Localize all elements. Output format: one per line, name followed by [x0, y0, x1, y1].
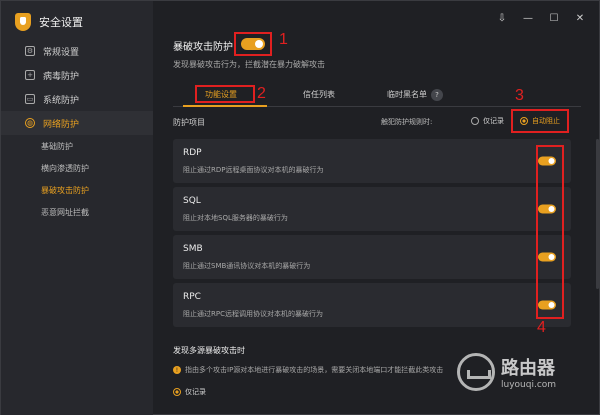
tab-trust-list[interactable]: 信任列表: [303, 89, 335, 100]
mode-option-log-only[interactable]: 仅记录: [471, 116, 504, 126]
globe-icon: ◍: [25, 118, 35, 128]
card-desc: 阻止通过RPC远程调用协议对本机的暴破行为: [183, 310, 323, 318]
shield-logo-icon: [15, 13, 31, 31]
mode-label: 触犯防护规则时:: [381, 118, 433, 126]
brand: 安全设置: [15, 13, 83, 31]
sidebar-nav: ⚙ 常规设置 + 病毒防护 ▭ 系统防护 ◍ 网络防护 基础防护 横向渗透防护 …: [1, 39, 153, 223]
toggles-highlight: [536, 145, 564, 319]
app-window: 安全设置 ⚙ 常规设置 + 病毒防护 ▭ 系统防护 ◍ 网络防护 基础防护 横向…: [0, 0, 600, 415]
option-label: 仅记录: [483, 117, 504, 125]
mode-option-auto-block[interactable]: 自动阻止: [511, 109, 569, 133]
sidebar-subitem-basic[interactable]: 基础防护: [1, 135, 153, 157]
sidebar-item-system[interactable]: ▭ 系统防护: [1, 87, 153, 111]
app-title: 安全设置: [39, 16, 83, 29]
sidebar-item-label: 常规设置: [43, 47, 80, 58]
watermark-name: 路由器: [501, 358, 555, 379]
monitor-icon: ▭: [25, 94, 35, 104]
protection-card-smb: SMB 阻止通过SMB通讯协议对本机的暴破行为: [173, 235, 571, 279]
radio-selected-icon: [520, 117, 528, 125]
router-logo-icon: [457, 353, 495, 391]
multi-desc-text: 指由多个攻击IP源对本地进行暴破攻击的场景，需要关闭本地端口才能拦截此类攻击: [185, 366, 444, 374]
page-title: 暴破攻击防护: [173, 42, 233, 53]
tab-temp-blacklist[interactable]: 临时黑名单: [387, 89, 427, 100]
option-label: 仅记录: [185, 388, 206, 396]
scrollbar[interactable]: [596, 139, 599, 289]
annotation-number: 4: [537, 319, 546, 336]
multi-source-title: 发现多源暴破攻击时: [173, 346, 245, 355]
sidebar-item-label: 系统防护: [43, 95, 80, 106]
protection-title: 防护项目: [173, 118, 205, 127]
annotation-number: 1: [279, 31, 288, 48]
tab-active-underline: [183, 105, 267, 107]
plus-shield-icon: +: [25, 70, 35, 80]
bruteforce-main-toggle[interactable]: [241, 38, 265, 50]
sidebar-subitem-malicious-url[interactable]: 恶意网址拦截: [1, 201, 153, 223]
sidebar-subitem-bruteforce[interactable]: 暴破攻击防护: [1, 179, 153, 201]
protection-card-rpc: RPC 阻止通过RPC远程调用协议对本机的暴破行为: [173, 283, 571, 327]
sidebar-item-label: 病毒防护: [43, 71, 80, 82]
info-icon: !: [173, 366, 181, 374]
card-desc: 阻止对本地SQL服务器的暴破行为: [183, 214, 288, 222]
multi-source-desc: ! 指由多个攻击IP源对本地进行暴破攻击的场景，需要关闭本地端口才能拦截此类攻击: [173, 365, 443, 375]
card-desc: 阻止通过RDP远程桌面协议对本机的暴破行为: [183, 166, 324, 174]
watermark: 路由器 luyouqi.com: [457, 353, 556, 391]
card-title: RPC: [183, 292, 201, 302]
protection-card-rdp: RDP 阻止通过RDP远程桌面协议对本机的暴破行为: [173, 139, 571, 183]
card-title: RDP: [183, 148, 202, 158]
help-badge[interactable]: ?: [431, 89, 443, 101]
sidebar-item-network[interactable]: ◍ 网络防护: [1, 111, 153, 135]
annotation-number: 2: [257, 85, 266, 102]
annotation-number: 3: [515, 87, 524, 104]
card-title: SQL: [183, 196, 201, 206]
multi-option-log-only[interactable]: 仅记录: [173, 387, 206, 397]
sidebar-subitem-lateral[interactable]: 横向渗透防护: [1, 157, 153, 179]
radio-icon: [471, 117, 479, 125]
sidebar-item-virus[interactable]: + 病毒防护: [1, 63, 153, 87]
gear-icon: ⚙: [25, 46, 35, 56]
card-desc: 阻止通过SMB通讯协议对本机的暴破行为: [183, 262, 311, 270]
sidebar-item-label: 网络防护: [43, 119, 80, 130]
sidebar: 安全设置 ⚙ 常规设置 + 病毒防护 ▭ 系统防护 ◍ 网络防护 基础防护 横向…: [1, 1, 153, 415]
watermark-url: luyouqi.com: [501, 380, 557, 390]
option-label: 自动阻止: [532, 117, 560, 125]
main-toggle-highlight: [234, 32, 272, 56]
page-description: 发现暴破攻击行为，拦截潜在暴力破解攻击: [173, 60, 325, 69]
tab-highlight: [195, 85, 255, 103]
radio-selected-icon: [173, 388, 181, 396]
protection-card-sql: SQL 阻止对本地SQL服务器的暴破行为: [173, 187, 571, 231]
sidebar-item-general[interactable]: ⚙ 常规设置: [1, 39, 153, 63]
card-title: SMB: [183, 244, 203, 254]
